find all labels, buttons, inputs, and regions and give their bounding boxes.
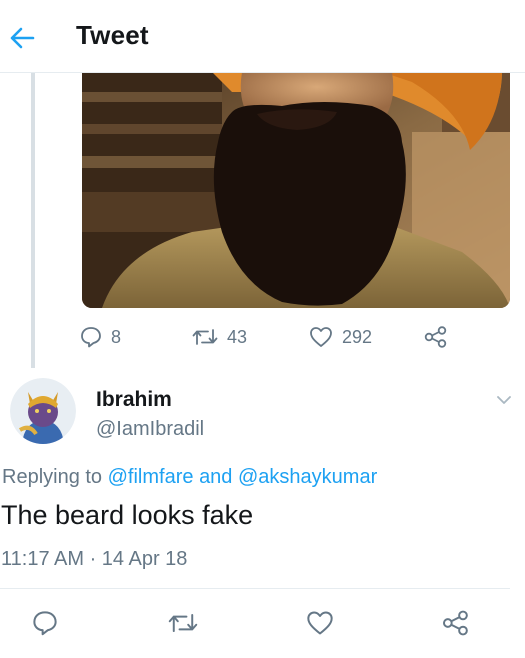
back-button[interactable] [6, 22, 38, 54]
bearded-man-photo [82, 72, 510, 308]
share-action[interactable] [424, 322, 448, 352]
divider [0, 588, 510, 589]
like-icon [310, 327, 332, 347]
mention-link[interactable]: @akshaykumar [238, 466, 377, 488]
like-action[interactable]: 292 [309, 322, 372, 352]
reply-count: 8 [111, 326, 122, 347]
replying-to-line: Replying to @filmfare and @akshaykumar [2, 466, 377, 489]
reply-button[interactable] [28, 606, 62, 640]
top-app-bar: Tweet [0, 0, 525, 73]
tweet-text: The beard looks fake [1, 500, 254, 530]
retweet-button[interactable] [166, 606, 200, 640]
thread-connector-line [31, 72, 35, 368]
retweet-action[interactable]: 43 [192, 322, 247, 352]
like-button[interactable] [303, 606, 337, 640]
share-icon [442, 610, 468, 636]
replying-to-label: Replying to [2, 466, 103, 488]
avatar-image [10, 378, 76, 444]
like-icon [307, 611, 333, 635]
reply-icon [81, 327, 101, 348]
arrow-left-icon [10, 27, 35, 49]
and-label: and [199, 466, 233, 488]
like-count: 292 [342, 326, 373, 347]
chevron-down-icon [497, 396, 511, 404]
tweet-menu-button[interactable] [494, 390, 514, 410]
author-name[interactable]: Ibrahim [96, 388, 172, 412]
tweet-media-image[interactable] [82, 72, 510, 308]
page-title: Tweet [76, 20, 149, 50]
retweet-count: 43 [227, 326, 248, 347]
reply-icon [33, 611, 57, 636]
avatar[interactable] [10, 378, 76, 444]
reply-action[interactable]: 8 [80, 322, 121, 352]
author-handle[interactable]: @IamIbradil [96, 418, 204, 441]
mention-link[interactable]: @filmfare [108, 466, 194, 488]
retweet-icon [192, 329, 218, 345]
share-button[interactable] [439, 606, 473, 640]
retweet-icon [168, 613, 198, 633]
share-icon [424, 326, 447, 348]
tweet-timestamp: 11:17 AM · 14 Apr 18 [1, 548, 188, 570]
